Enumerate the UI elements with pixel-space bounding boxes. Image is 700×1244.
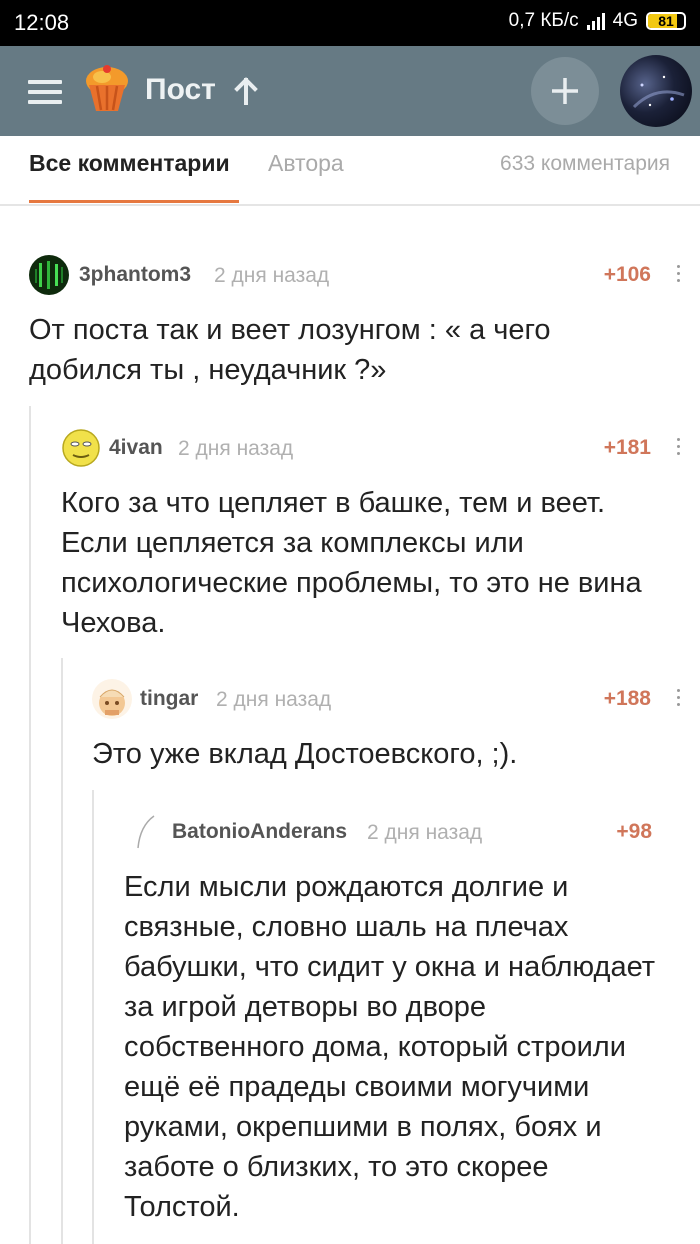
cupcake-logo-icon[interactable]	[80, 63, 134, 115]
thread-line	[92, 790, 94, 1244]
comment-time: 2 дня назад	[214, 264, 330, 287]
thread-line	[61, 658, 63, 1244]
more-options-icon[interactable]	[673, 438, 683, 458]
comment-header: BatonioAnderans 2 дня назад +98	[124, 812, 652, 852]
page-title: Пост	[145, 73, 216, 106]
comment-rating: +188	[603, 687, 651, 710]
comment-header: 4ivan 2 дня назад +181	[61, 428, 683, 468]
comment-time: 2 дня назад	[178, 437, 294, 460]
comment-username[interactable]: 4ivan	[109, 436, 163, 460]
comment-username[interactable]: tingar	[140, 687, 198, 711]
comment-header: 3phantom3 2 дня назад +106	[29, 255, 683, 295]
network-type: 4G	[612, 10, 638, 31]
more-options-icon[interactable]	[673, 265, 683, 285]
comment-count: 633 комментария	[500, 152, 670, 175]
feather-avatar-icon[interactable]	[124, 812, 164, 852]
active-tab-indicator	[29, 200, 239, 203]
signal-icon	[586, 12, 605, 30]
battery-icon: 81	[646, 12, 686, 30]
status-bar: 12:08 0,7 КБ/с 4G 81	[0, 0, 700, 46]
yellow-face-avatar-icon[interactable]	[61, 428, 101, 468]
status-time: 12:08	[14, 10, 70, 35]
comment-time: 2 дня назад	[216, 688, 332, 711]
peach-character-avatar-icon[interactable]	[92, 679, 132, 719]
comment-text: Если мысли рождаются долгие и связные, с…	[124, 871, 656, 1223]
comment-time: 2 дня назад	[367, 821, 483, 844]
comment: 3phantom3 2 дня назад +106 От поста так …	[29, 255, 683, 395]
tab-author[interactable]: Автора	[268, 150, 344, 177]
comment-tabs: Все комментарии Автора 633 комментария	[0, 136, 700, 206]
comment-rating: +106	[603, 263, 651, 286]
battery-level: 81	[658, 13, 674, 29]
comment-rating: +98	[616, 820, 652, 843]
network-speed: 0,7 КБ/с	[508, 10, 579, 31]
comment-rating: +181	[603, 436, 651, 459]
comment-username[interactable]: 3phantom3	[79, 263, 191, 287]
comment-username[interactable]: BatonioAnderans	[172, 820, 347, 844]
status-indicators: 0,7 КБ/с 4G 81	[509, 10, 686, 32]
tab-all-comments[interactable]: Все комментарии	[29, 150, 230, 177]
green-matrix-avatar-icon[interactable]	[29, 255, 69, 295]
menu-icon[interactable]	[28, 80, 62, 104]
comment-text: Это уже вклад Достоевского, ;).	[92, 738, 518, 770]
user-avatar[interactable]	[620, 55, 692, 127]
plus-icon	[552, 78, 578, 104]
comment: BatonioAnderans 2 дня назад +98 Если мыс…	[124, 812, 655, 1223]
more-options-icon[interactable]	[673, 689, 683, 709]
comment-text: От поста так и веет лозунгом : « а чего …	[29, 314, 551, 386]
comment: tingar 2 дня назад +188 Это уже вклад До…	[92, 679, 683, 779]
comment-header: tingar 2 дня назад +188	[92, 679, 683, 719]
comment: 4ivan 2 дня назад +181 Кого за что цепля…	[61, 428, 683, 648]
add-button[interactable]	[531, 57, 599, 125]
comment-text: Кого за что цепляет в башке, тем и веет.…	[61, 487, 642, 639]
app-bar: Пост	[0, 46, 700, 136]
thread-line	[29, 406, 31, 1244]
arrow-up-icon[interactable]	[233, 76, 259, 106]
